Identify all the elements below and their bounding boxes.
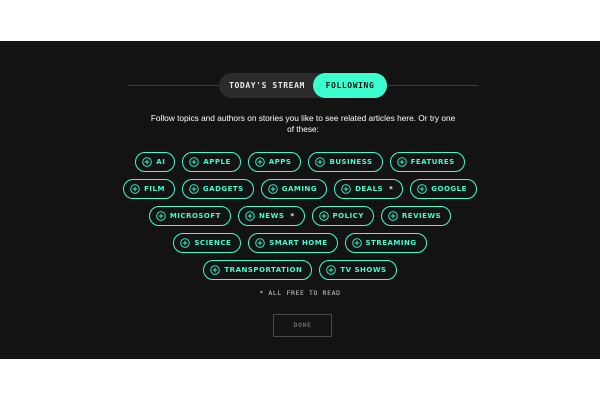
topic-chip-reviews[interactable]: REVIEWS [380, 206, 452, 226]
topic-chip-deals[interactable]: DEALS * [334, 179, 404, 199]
topic-chip-smart-home[interactable]: SMART HOME [248, 233, 338, 253]
topic-chip-google[interactable]: GOOGLE [410, 179, 477, 199]
tab-todays-stream[interactable]: TODAY'S STREAM [219, 73, 315, 98]
topic-chip-gadgets[interactable]: GADGETS [181, 179, 254, 199]
plus-circle-icon [315, 157, 326, 167]
topic-row: SCIENCE SMART HOME STREAMING [0, 233, 600, 253]
topic-chip-transportation[interactable]: TRANSPORTATION [203, 260, 313, 280]
topic-chip-label: APPLE [203, 158, 231, 166]
plus-circle-icon [180, 238, 191, 248]
plus-circle-icon [351, 238, 362, 248]
divider-right [386, 85, 478, 86]
topic-chip-label: FEATURES [410, 158, 455, 166]
topic-chip-microsoft[interactable]: MICROSOFT [148, 206, 231, 226]
plus-circle-icon [254, 157, 265, 167]
topic-chip-ai[interactable]: AI [135, 152, 176, 172]
plus-circle-icon [388, 211, 398, 221]
topic-chip-tv-shows[interactable]: TV SHOWS [319, 260, 397, 280]
divider-left [128, 85, 220, 86]
plus-circle-icon [245, 211, 255, 221]
topic-chip-label: BUSINESS [329, 158, 373, 166]
topic-chip-features[interactable]: FEATURES [389, 152, 465, 172]
intro-text: Follow topics and authors on stories you… [150, 113, 456, 134]
topic-chip-streaming[interactable]: STREAMING [344, 233, 427, 253]
plus-circle-icon [396, 157, 407, 167]
plus-circle-icon [210, 265, 221, 275]
topic-chip-label: TV SHOWS [340, 266, 387, 274]
topic-chip-label: MICROSOFT [169, 212, 221, 220]
plus-circle-icon [189, 184, 199, 194]
topic-row: FILM GADGETS GAMING DEALS * GOOGLE [0, 179, 600, 199]
topic-chip-apps[interactable]: APPS [247, 152, 302, 172]
plus-circle-icon [142, 157, 153, 167]
topic-chip-label: SMART HOME [269, 239, 328, 247]
done-button[interactable]: DONE [273, 314, 332, 337]
free-to-read-marker: * [389, 185, 394, 193]
plus-circle-icon [341, 184, 351, 194]
topic-chip-label: POLICY [332, 212, 364, 220]
plus-circle-icon [189, 157, 200, 167]
free-to-read-marker: * [290, 212, 295, 220]
plus-circle-icon [255, 238, 265, 248]
tab-following[interactable]: FOLLOWING [313, 73, 387, 98]
topic-chip-label: STREAMING [365, 239, 417, 247]
plus-circle-icon [318, 211, 329, 221]
topic-chip-policy[interactable]: POLICY [311, 206, 374, 226]
topic-chip-label: DEALS [355, 185, 384, 193]
topic-chip-label: GADGETS [202, 185, 244, 193]
topic-chip-label: AI [156, 158, 166, 166]
topic-chip-label: APPS [268, 158, 292, 166]
topic-chip-business[interactable]: BUSINESS [308, 152, 383, 172]
topic-chip-label: SCIENCE [194, 239, 232, 247]
topic-chip-label: FILM [144, 185, 165, 193]
topic-chip-news[interactable]: NEWS * [237, 206, 305, 226]
topic-row: AI APPLE APPS BUSINESS FEATURES [0, 152, 600, 172]
plus-circle-icon [267, 184, 278, 194]
plus-circle-icon [130, 184, 140, 194]
topic-chip-label: TRANSPORTATION [224, 266, 303, 274]
topic-row: TRANSPORTATION TV SHOWS [0, 260, 600, 280]
topic-chip-label: NEWS [258, 212, 285, 220]
topic-chip-science[interactable]: SCIENCE [173, 233, 242, 253]
following-panel: TODAY'S STREAM FOLLOWING Follow topics a… [0, 41, 600, 359]
topic-chip-label: REVIEWS [401, 212, 442, 220]
footnote: * ALL FREE TO READ [259, 289, 341, 297]
topic-chip-label: GAMING [281, 185, 318, 193]
plus-circle-icon [326, 265, 337, 275]
topic-row: MICROSOFT NEWS * POLICY REVIEWS [0, 206, 600, 226]
stream-toggle: TODAY'S STREAM FOLLOWING [219, 73, 387, 98]
topic-chip-apple[interactable]: APPLE [182, 152, 241, 172]
topic-chip-label: GOOGLE [431, 185, 467, 193]
plus-circle-icon [156, 211, 166, 221]
topic-chip-gaming[interactable]: GAMING [260, 179, 328, 199]
topic-chip-film[interactable]: FILM [123, 179, 175, 199]
plus-circle-icon [417, 184, 428, 194]
